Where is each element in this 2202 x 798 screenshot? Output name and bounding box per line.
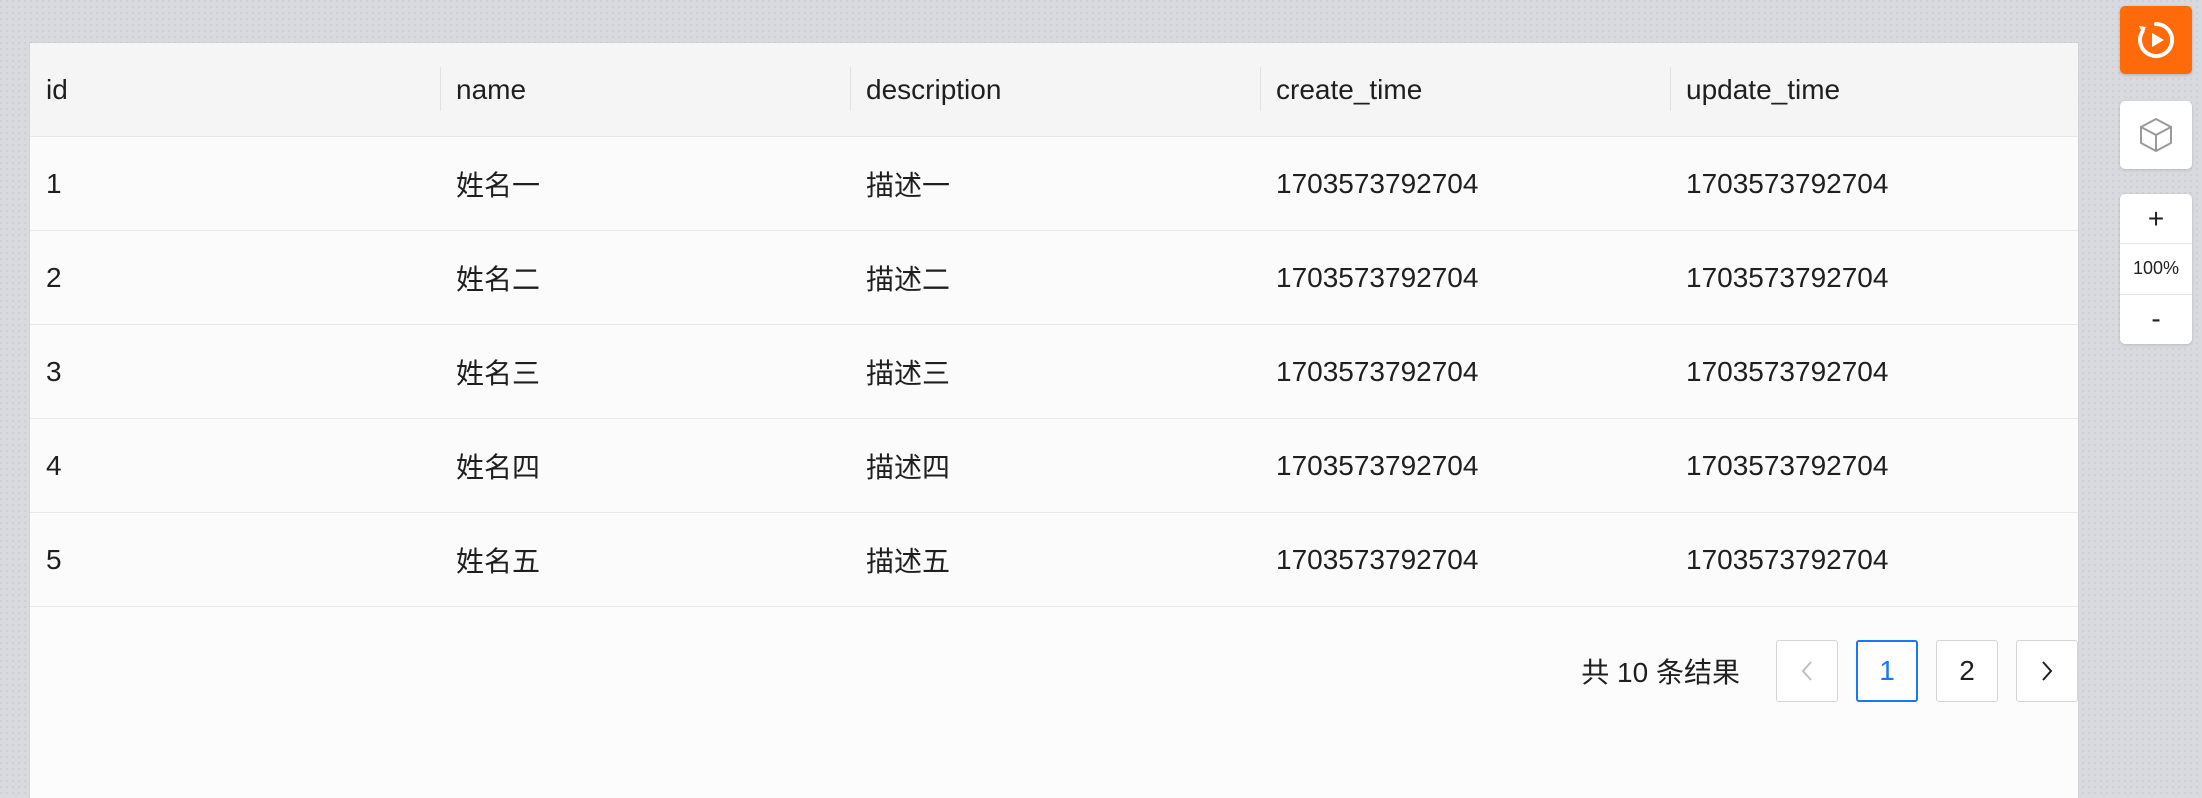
cell-id: 3 bbox=[46, 355, 62, 387]
cell-update-time: 1703573792704 bbox=[1686, 543, 1889, 575]
data-table: id name description create_time update_t… bbox=[30, 43, 2078, 607]
cell-description: 描述四 bbox=[866, 451, 951, 483]
cell-update-time: 1703573792704 bbox=[1686, 449, 1889, 481]
play-circle-icon bbox=[2138, 21, 2175, 58]
play-tool-button[interactable] bbox=[2120, 6, 2192, 74]
cell-create-time: 1703573792704 bbox=[1276, 543, 1479, 575]
cell-name: 姓名四 bbox=[456, 451, 541, 483]
cell-id: 5 bbox=[46, 543, 62, 575]
zoom-level: 100% bbox=[2120, 243, 2192, 293]
table-body: 1 姓名一 描述一 1703573792704 1703573792704 2 … bbox=[30, 137, 2078, 607]
cell-description: 描述二 bbox=[866, 263, 951, 295]
table-row[interactable]: 5 姓名五 描述五 1703573792704 1703573792704 bbox=[30, 513, 2078, 607]
cell-create-time: 1703573792704 bbox=[1276, 261, 1479, 293]
table-row[interactable]: 2 姓名二 描述二 1703573792704 1703573792704 bbox=[30, 231, 2078, 325]
cell-update-time: 1703573792704 bbox=[1686, 355, 1889, 387]
component-tool-button[interactable] bbox=[2120, 101, 2192, 169]
column-header-description[interactable]: description bbox=[850, 43, 1260, 136]
cell-name: 姓名五 bbox=[456, 545, 541, 577]
table-header: id name description create_time update_t… bbox=[30, 43, 2078, 137]
cell-id: 4 bbox=[46, 449, 62, 481]
cell-description: 描述一 bbox=[866, 169, 951, 201]
column-header-create-time[interactable]: create_time bbox=[1260, 43, 1670, 136]
cell-name: 姓名一 bbox=[456, 169, 541, 201]
prev-page-button[interactable] bbox=[1776, 640, 1838, 702]
table-panel: id name description create_time update_t… bbox=[30, 43, 2078, 798]
total-count: 共 10 条结果 bbox=[1581, 657, 1740, 688]
cell-create-time: 1703573792704 bbox=[1276, 449, 1479, 481]
cell-name: 姓名二 bbox=[456, 263, 541, 295]
table-row[interactable]: 4 姓名四 描述四 1703573792704 1703573792704 bbox=[30, 419, 2078, 513]
column-header-id[interactable]: id bbox=[30, 43, 440, 136]
cell-id: 1 bbox=[46, 167, 62, 199]
cell-create-time: 1703573792704 bbox=[1276, 167, 1479, 199]
chevron-right-icon bbox=[2042, 661, 2053, 681]
page-2-button[interactable]: 2 bbox=[1936, 640, 1998, 702]
table-row[interactable]: 1 姓名一 描述一 1703573792704 1703573792704 bbox=[30, 137, 2078, 231]
chevron-left-icon bbox=[1801, 661, 1812, 681]
cell-update-time: 1703573792704 bbox=[1686, 261, 1889, 293]
cube-icon bbox=[2140, 118, 2172, 152]
table-row[interactable]: 3 姓名三 描述三 1703573792704 1703573792704 bbox=[30, 325, 2078, 419]
pagination: 共 10 条结果 1 2 bbox=[1581, 639, 2078, 703]
cell-description: 描述三 bbox=[866, 357, 951, 389]
zoom-out-button[interactable]: - bbox=[2120, 293, 2192, 344]
zoom-in-button[interactable]: + bbox=[2120, 194, 2192, 243]
cell-id: 2 bbox=[46, 261, 62, 293]
column-header-name[interactable]: name bbox=[440, 43, 850, 136]
page-1-button[interactable]: 1 bbox=[1856, 640, 1918, 702]
cell-update-time: 1703573792704 bbox=[1686, 167, 1889, 199]
column-header-update-time[interactable]: update_time bbox=[1670, 43, 2078, 136]
cell-create-time: 1703573792704 bbox=[1276, 355, 1479, 387]
cell-name: 姓名三 bbox=[456, 357, 541, 389]
zoom-controls: + 100% - bbox=[2120, 194, 2192, 344]
next-page-button[interactable] bbox=[2016, 640, 2078, 702]
cell-description: 描述五 bbox=[866, 545, 951, 577]
